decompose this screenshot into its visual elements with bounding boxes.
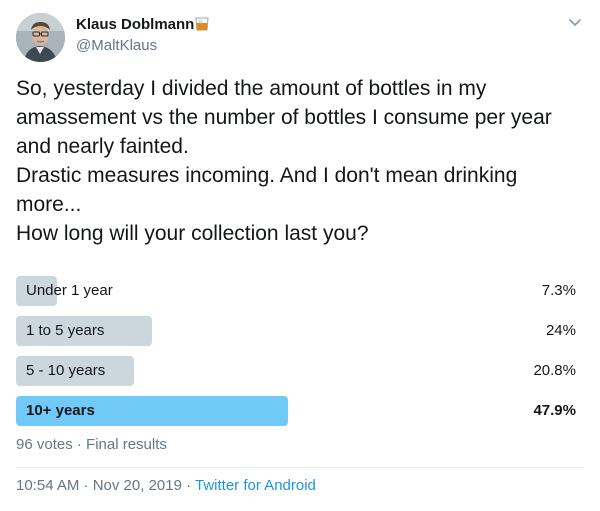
poll-option-percent: 20.8% (533, 362, 576, 379)
poll-option-label: 5 - 10 years (26, 362, 106, 379)
tweet-line: amassement vs the number of bottles I co… (16, 106, 552, 129)
tweet-source-link[interactable]: Twitter for Android (195, 477, 316, 494)
poll-option-label: Under 1 year (26, 282, 113, 299)
poll-option-percent: 24% (545, 322, 576, 339)
poll-option-label: 10+ years (26, 402, 95, 419)
poll-option-percent: 47.9% (533, 402, 576, 419)
divider (16, 467, 584, 468)
chevron-down-icon[interactable] (566, 13, 584, 31)
tweet-line: more... (16, 193, 82, 216)
poll: Under 1 year 7.3% 1 to 5 years 24% 5 - 1… (16, 276, 576, 436)
tweet-line: So, yesterday I divided the amount of bo… (16, 77, 487, 100)
avatar[interactable] (16, 13, 65, 62)
poll-option: Under 1 year 7.3% (16, 276, 576, 306)
poll-option: 1 to 5 years 24% (16, 316, 576, 346)
poll-option: 5 - 10 years 20.8% (16, 356, 576, 386)
poll-option: 10+ years 47.9% (16, 396, 576, 426)
tweet-timestamp[interactable]: 10:54 AM · Nov 20, 2019 · (16, 477, 195, 494)
display-name[interactable]: Klaus Doblmann (76, 16, 194, 33)
poll-option-label: 1 to 5 years (26, 322, 105, 339)
whisky-tumbler-icon (195, 16, 209, 36)
tweet-line: Drastic measures incoming. And I don't m… (16, 164, 518, 187)
poll-option-percent: 7.3% (541, 282, 576, 299)
author-block: Klaus Doblmann @MaltKlaus (76, 15, 209, 56)
tweet-meta: 10:54 AM · Nov 20, 2019 · Twitter for An… (16, 476, 316, 496)
poll-votes-summary: 96 votes · Final results (16, 436, 167, 453)
tweet-line: How long will your collection last you? (16, 222, 369, 245)
tweet-line: and nearly fainted. (16, 135, 189, 158)
author-handle[interactable]: @MaltKlaus (76, 36, 209, 56)
tweet-text: So, yesterday I divided the amount of bo… (16, 74, 588, 248)
tweet-header: Klaus Doblmann @MaltKlaus (16, 11, 584, 62)
display-name-row: Klaus Doblmann (76, 15, 209, 36)
